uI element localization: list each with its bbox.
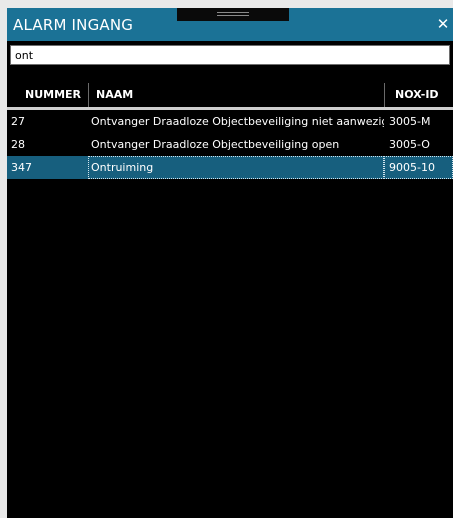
column-header-naam[interactable]: NAAM [88,83,384,107]
cell-nummer: 347 [11,161,32,174]
alarm-table: NUMMER NAAM NOX-ID 27 Ontvanger Draadloz… [7,83,453,179]
window-title: ALARM INGANG [13,16,134,34]
cell-naam: Ontvanger Draadloze Objectbeveiliging ni… [91,115,384,128]
cell-nummer: 28 [11,138,25,151]
cell-nox-id: 3005-M [389,115,431,128]
column-header-nummer[interactable]: NUMMER [7,83,87,107]
table-row[interactable]: 28 Ontvanger Draadloze Objectbeveiliging… [7,133,453,156]
search-input[interactable] [10,45,450,65]
cell-naam: Ontruiming [88,156,384,179]
cell-nox-id: 3005-O [389,138,430,151]
close-icon[interactable]: ✕ [436,15,450,33]
cell-naam: Ontvanger Draadloze Objectbeveiliging op… [91,138,340,151]
drag-handle-line [217,12,249,13]
window-titlebar[interactable]: ALARM INGANG ✕ [7,8,453,41]
table-header: NUMMER NAAM NOX-ID [7,83,453,110]
drag-handle-line [217,15,249,16]
drag-handle-icon[interactable] [177,8,289,21]
table-row[interactable]: 27 Ontvanger Draadloze Objectbeveiliging… [7,110,453,133]
search-bar [7,41,453,65]
table-row-selected[interactable]: 347 Ontruiming 9005-10 [7,156,453,179]
cell-nummer: 27 [11,115,25,128]
cell-nox-id: 9005-10 [384,156,453,179]
alarm-ingang-window: ALARM INGANG ✕ NUMMER NAAM NOX-ID 27 Ont… [7,8,453,518]
column-header-nox-id[interactable]: NOX-ID [384,83,453,107]
